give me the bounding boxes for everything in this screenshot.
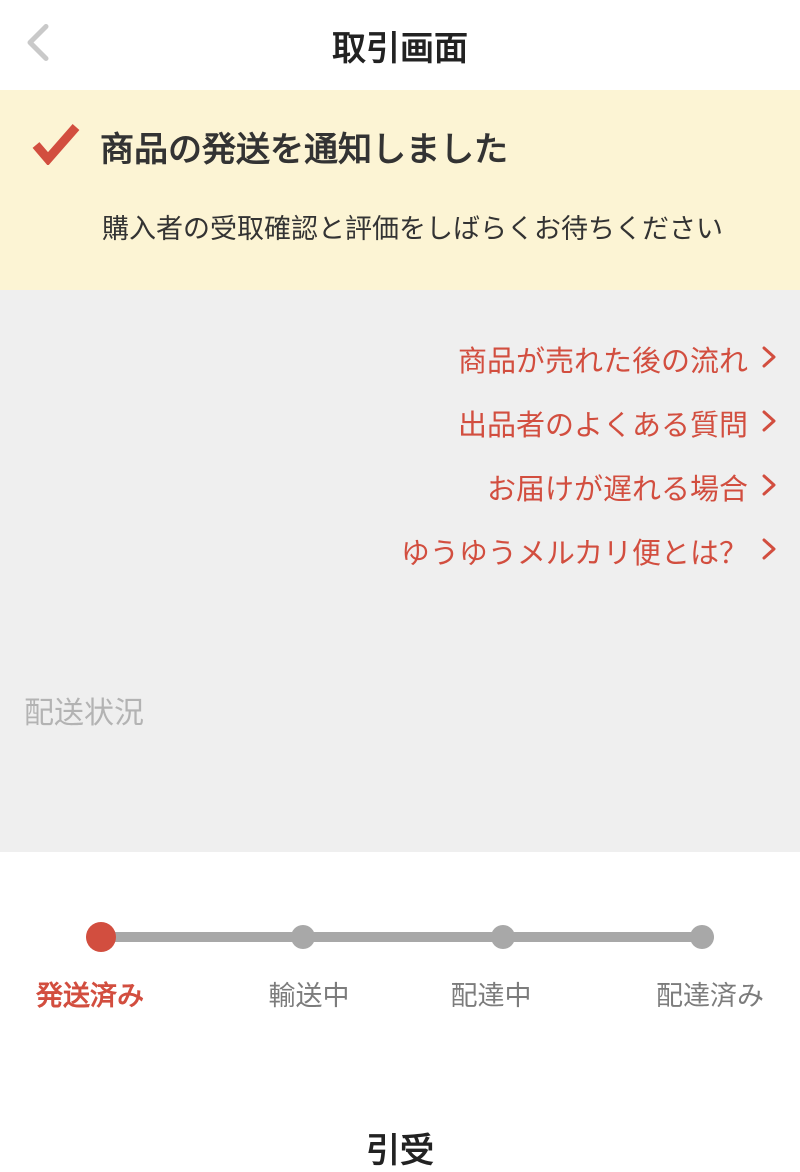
chevron-right-icon (762, 346, 776, 373)
help-link-faq[interactable]: 出品者のよくある質問 (24, 402, 776, 444)
progress-labels: 発送済み 輸送中 配達中 配達済み (36, 974, 764, 1013)
chevron-right-icon (762, 474, 776, 501)
link-label: お届けが遅れる場合 (487, 466, 748, 508)
checkmark-icon (32, 123, 80, 170)
step-label-delivered: 配達済み (582, 974, 764, 1013)
links-section: 商品が売れた後の流れ 出品者のよくある質問 お届けが遅れる場合 ゆうゆうメルカリ… (0, 290, 800, 852)
progress-dot-delivered (690, 925, 714, 949)
notice-banner: 商品の発送を通知しました 購入者の受取確認と評価をしばらくお待ちください (0, 90, 800, 290)
step-label-transit: 輸送中 (218, 974, 400, 1013)
progress-dots (86, 922, 714, 952)
help-link-after-sale[interactable]: 商品が売れた後の流れ (24, 338, 776, 380)
progress-dot-out (491, 925, 515, 949)
link-label: 商品が売れた後の流れ (458, 338, 748, 380)
progress-track (86, 922, 714, 952)
links-list: 商品が売れた後の流れ 出品者のよくある質問 お届けが遅れる場合 ゆうゆうメルカリ… (24, 338, 776, 572)
delivery-status-title: 引受 (36, 1123, 764, 1172)
notice-title: 商品の発送を通知しました (100, 122, 508, 171)
progress-dot-transit (291, 925, 315, 949)
link-label: 出品者のよくある質問 (458, 402, 748, 444)
help-link-late-delivery[interactable]: お届けが遅れる場合 (24, 466, 776, 508)
progress-dot-shipped (86, 922, 116, 952)
chevron-left-icon (24, 23, 52, 63)
back-button[interactable] (24, 23, 52, 68)
header: 取引画面 (0, 0, 800, 90)
page-title: 取引画面 (0, 21, 800, 70)
notice-subtitle: 購入者の受取確認と評価をしばらくお待ちください (102, 207, 768, 246)
link-label: ゆうゆうメルカリ便とは？ (401, 530, 748, 572)
chevron-right-icon (762, 410, 776, 437)
delivery-progress: 発送済み 輸送中 配達中 配達済み 引受 (0, 852, 800, 1172)
chevron-right-icon (762, 538, 776, 565)
help-link-yuyu-mercari[interactable]: ゆうゆうメルカリ便とは？ (24, 530, 776, 572)
step-label-out: 配達中 (400, 974, 582, 1013)
delivery-section-label: 配送状況 (24, 688, 776, 732)
step-label-shipped: 発送済み (36, 974, 218, 1013)
